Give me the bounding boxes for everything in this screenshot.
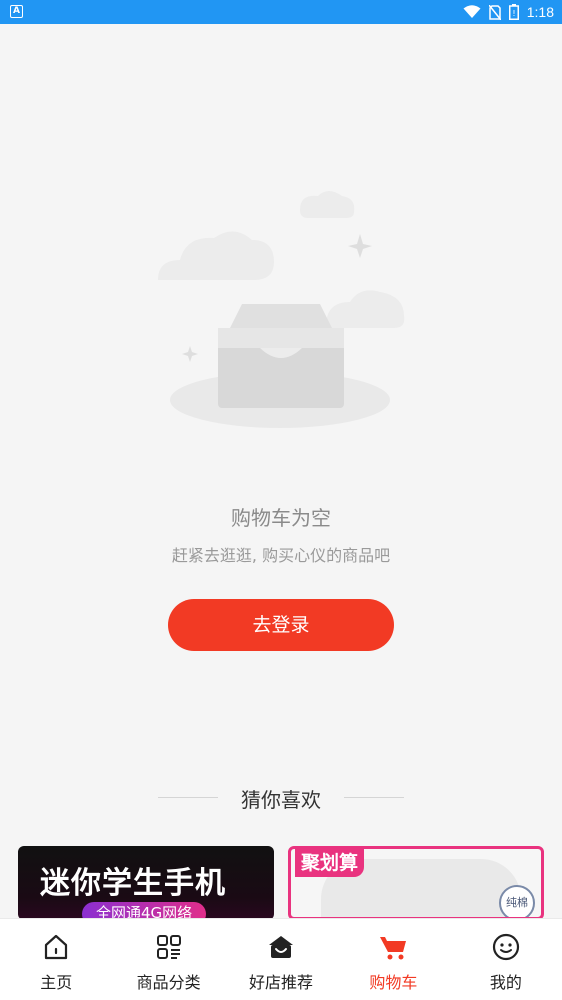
divider-right [344,797,404,798]
battery-icon: ! [508,4,519,20]
wifi-icon [463,5,481,18]
tab-home[interactable]: 主页 [0,919,112,1000]
bottom-tab-bar: 主页 商品分类 好店推荐 购物车 我的 [0,918,562,1000]
home-icon [45,934,68,960]
empty-cart-title: 购物车为空 [231,506,331,530]
login-button[interactable]: 去登录 [168,599,394,651]
tab-profile[interactable]: 我的 [450,919,562,1000]
empty-cart-illustration [158,191,405,428]
recommend-title: 猜你喜欢 [241,788,321,812]
status-time: 1:18 [526,4,554,20]
tab-label: 购物车 [369,973,418,992]
tab-label: 好店推荐 [249,973,314,992]
product-card-clothing[interactable]: 聚划算 纯棉 [288,846,544,920]
category-icon [156,935,181,959]
tab-cart[interactable]: 购物车 [337,919,449,1000]
svg-text:!: ! [512,9,515,18]
tab-label: 主页 [40,973,73,992]
recommend-header: 猜你喜欢 [0,782,562,814]
cart-icon [380,937,407,960]
status-icons: ! 1:18 [463,3,554,21]
product-card-phone[interactable]: 迷你学生手机 全网通4G网络 [18,846,274,920]
promo-tag: 聚划算 [295,849,365,877]
empty-cart-subtitle: 赶紧去逛逛, 购买心仪的商品吧 [171,546,391,565]
profile-icon [492,933,519,961]
product-title: 迷你学生手机 [40,866,226,901]
app-notification-icon: A [10,5,23,18]
status-bar: A ! 1:18 [0,0,562,24]
tab-label: 我的 [489,973,522,992]
cotton-badge: 纯棉 [499,885,535,917]
no-sim-icon [488,4,501,20]
tab-category[interactable]: 商品分类 [112,919,224,1000]
shop-icon [269,936,294,958]
tab-shop[interactable]: 好店推荐 [225,919,337,1000]
tab-label: 商品分类 [136,973,201,992]
